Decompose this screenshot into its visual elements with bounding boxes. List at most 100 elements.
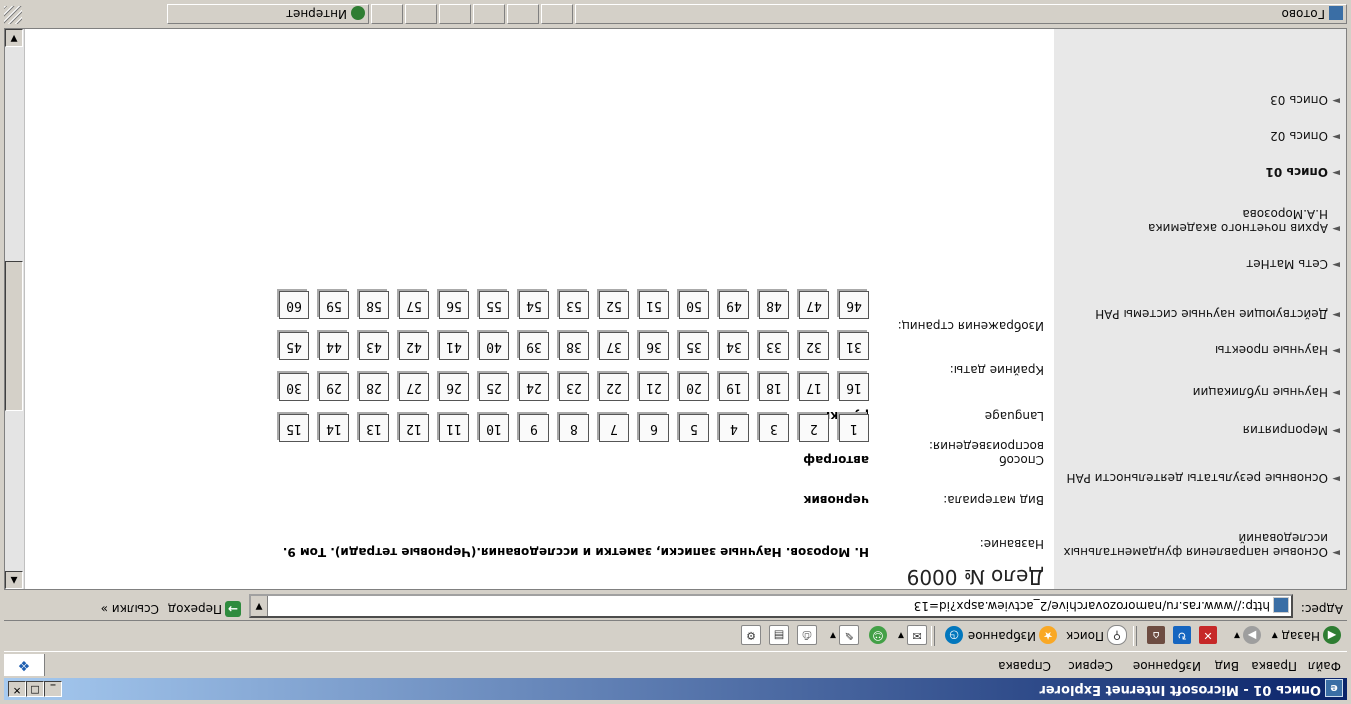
page-thumbnail[interactable]: 10 — [479, 414, 509, 442]
page-thumbnail[interactable]: 13 — [359, 414, 389, 442]
vertical-scrollbar[interactable]: ▲ ▼ — [5, 29, 25, 589]
page-thumbnail[interactable]: 52 — [599, 291, 629, 319]
page-thumbnail[interactable]: 57 — [399, 291, 429, 319]
page-thumbnail[interactable]: 7 — [599, 414, 629, 442]
sidebar-item-publications[interactable]: ► Научные публикации — [1060, 385, 1340, 399]
page-thumbnail[interactable]: 34 — [719, 332, 749, 360]
page-thumbnail[interactable]: 6 — [639, 414, 669, 442]
page-thumbnail[interactable]: 56 — [439, 291, 469, 319]
page-thumbnail[interactable]: 14 — [319, 414, 349, 442]
page-thumbnail[interactable]: 27 — [399, 373, 429, 401]
page-thumbnail[interactable]: 53 — [559, 291, 589, 319]
scroll-down-arrow-icon[interactable]: ▼ — [5, 29, 23, 47]
page-thumbnail[interactable]: 11 — [439, 414, 469, 442]
tools-button[interactable]: ⚙ — [738, 625, 761, 647]
page-thumbnail[interactable]: 46 — [839, 291, 869, 319]
page-thumbnail[interactable]: 44 — [319, 332, 349, 360]
resize-grip-icon[interactable] — [4, 6, 22, 24]
back-button[interactable]: ◀Назад ▾ — [1272, 625, 1341, 647]
menu-view[interactable]: Вид — [1215, 659, 1239, 673]
page-thumbnail[interactable]: 48 — [759, 291, 789, 319]
menu-tools[interactable]: Сервис — [1068, 659, 1113, 673]
page-thumbnail[interactable]: 29 — [319, 373, 349, 401]
menu-file[interactable]: Файл — [1308, 659, 1341, 673]
page-thumbnail[interactable]: 4 — [719, 414, 749, 442]
page-thumbnail[interactable]: 39 — [519, 332, 549, 360]
page-thumbnail[interactable]: 20 — [679, 373, 709, 401]
stop-button[interactable]: ✕ — [1196, 625, 1217, 647]
links-button[interactable]: Ссылки » — [101, 602, 159, 616]
page-thumbnail[interactable]: 33 — [759, 332, 789, 360]
scroll-up-arrow-icon[interactable]: ▲ — [5, 571, 23, 589]
home-button[interactable]: ⌂ — [1144, 625, 1165, 647]
sidebar-item-research-directions[interactable]: ► Основые направления фундаментальных исс… — [1060, 531, 1340, 559]
page-thumbnail[interactable]: 26 — [439, 373, 469, 401]
page-thumbnail[interactable]: 9 — [519, 414, 549, 442]
page-thumbnail[interactable]: 58 — [359, 291, 389, 319]
page-thumbnail[interactable]: 22 — [599, 373, 629, 401]
page-thumbnail[interactable]: 16 — [839, 373, 869, 401]
page-thumbnail[interactable]: 55 — [479, 291, 509, 319]
page-thumbnail[interactable]: 41 — [439, 332, 469, 360]
page-thumbnail[interactable]: 5 — [679, 414, 709, 442]
page-thumbnail[interactable]: 18 — [759, 373, 789, 401]
sidebar-item-inventory-02[interactable]: ► Опись 02 — [1060, 129, 1340, 143]
menu-favorites[interactable]: Избранное — [1133, 659, 1201, 673]
page-thumbnail[interactable]: 15 — [279, 414, 309, 442]
page-thumbnail[interactable]: 42 — [399, 332, 429, 360]
sidebar-item-morozov-archive[interactable]: ► Архив почетного академика Н.А.Морозова — [1060, 207, 1340, 235]
sidebar-item-results[interactable]: ► Основные результаты деятельности РАН — [1060, 471, 1340, 485]
go-button[interactable]: →Переход — [168, 601, 241, 617]
page-thumbnail[interactable]: 30 — [279, 373, 309, 401]
page-thumbnail[interactable]: 2 — [799, 414, 829, 442]
menu-help[interactable]: Справка — [998, 659, 1051, 673]
page-thumbnail[interactable]: 21 — [639, 373, 669, 401]
page-thumbnail[interactable]: 40 — [479, 332, 509, 360]
page-thumbnail[interactable]: 54 — [519, 291, 549, 319]
print-button[interactable]: ⎙ — [794, 625, 817, 647]
page-thumbnail[interactable]: 3 — [759, 414, 789, 442]
page-thumbnail[interactable]: 8 — [559, 414, 589, 442]
sidebar-item-inventory-03[interactable]: ► Опись 03 — [1060, 93, 1340, 107]
page-thumbnail[interactable]: 1 — [839, 414, 869, 442]
sidebar-item-inventory-01[interactable]: ► Опись 01 — [1060, 165, 1340, 179]
scroll-thumb[interactable] — [5, 261, 23, 411]
sidebar-item-systems[interactable]: ► Действующие научные системы РАН — [1060, 307, 1340, 321]
search-button[interactable]: ⚲Поиск — [1066, 625, 1127, 647]
address-dropdown-icon[interactable]: ▼ — [251, 596, 268, 616]
page-thumbnail[interactable]: 31 — [839, 332, 869, 360]
page-thumbnail[interactable]: 47 — [799, 291, 829, 319]
minimize-button[interactable]: _ — [44, 681, 62, 697]
close-button[interactable]: ✕ — [8, 681, 26, 697]
page-thumbnail[interactable]: 37 — [599, 332, 629, 360]
page-thumbnail[interactable]: 23 — [559, 373, 589, 401]
sidebar-item-projects[interactable]: ► Научные проекты — [1060, 343, 1340, 357]
page-thumbnail[interactable]: 45 — [279, 332, 309, 360]
mail-button[interactable]: ✉▾ — [898, 625, 927, 647]
refresh-button[interactable]: ↻ — [1170, 625, 1191, 647]
edit-button[interactable]: ✎▾ — [830, 625, 859, 647]
page-thumbnail[interactable]: 12 — [399, 414, 429, 442]
page-thumbnail[interactable]: 38 — [559, 332, 589, 360]
page-thumbnail[interactable]: 35 — [679, 332, 709, 360]
page-thumbnail[interactable]: 25 — [479, 373, 509, 401]
history-button[interactable]: ◷ — [942, 625, 963, 647]
page-thumbnail[interactable]: 36 — [639, 332, 669, 360]
page-thumbnail[interactable]: 59 — [319, 291, 349, 319]
menu-edit[interactable]: Правка — [1251, 659, 1297, 673]
sidebar-item-mathnet[interactable]: ► Сеть МатНет — [1060, 257, 1340, 271]
page-thumbnail[interactable]: 32 — [799, 332, 829, 360]
address-input[interactable]: http://www.ras.ru/namorozovarchive/2_act… — [249, 594, 1293, 618]
page-thumbnail[interactable]: 51 — [639, 291, 669, 319]
messenger-button[interactable]: ☺ — [866, 625, 887, 647]
page-thumbnail[interactable]: 49 — [719, 291, 749, 319]
page-thumbnail[interactable]: 43 — [359, 332, 389, 360]
favorites-button[interactable]: ★Избранное — [968, 625, 1057, 647]
research-button[interactable]: ▤ — [766, 625, 789, 647]
page-thumbnail[interactable]: 17 — [799, 373, 829, 401]
sidebar-item-events[interactable]: ► Мероприятия — [1060, 423, 1340, 437]
maximize-button[interactable]: □ — [26, 681, 44, 697]
forward-button[interactable]: ▶▾ — [1234, 625, 1261, 647]
page-thumbnail[interactable]: 60 — [279, 291, 309, 319]
page-thumbnail[interactable]: 28 — [359, 373, 389, 401]
